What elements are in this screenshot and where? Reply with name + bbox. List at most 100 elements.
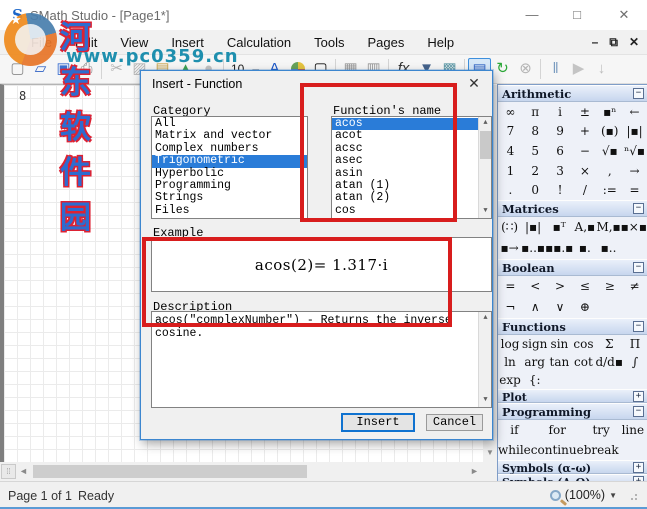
collapse-icon[interactable]: − <box>633 320 644 332</box>
category-trigonometric[interactable]: Trigonometric <box>152 154 307 168</box>
close-button[interactable]: ✕ <box>609 5 639 25</box>
palette-button-[interactable]: ▪→ <box>498 241 521 255</box>
mdi-close-button[interactable]: ✕ <box>629 35 639 50</box>
panel-header-programming[interactable]: Programming − <box>498 402 647 420</box>
splitter-handle[interactable]: ⁞⁞ <box>1 464 16 479</box>
palette-button-[interactable]: = <box>622 183 647 197</box>
collapse-icon[interactable]: − <box>633 202 644 214</box>
palette-button-sign[interactable]: sign <box>522 337 547 351</box>
palette-button-continue[interactable]: continue <box>531 443 584 457</box>
new-icon[interactable]: ▢ <box>6 58 29 80</box>
collapse-icon[interactable]: − <box>633 261 644 273</box>
palette-button-[interactable]: ± <box>573 105 598 119</box>
panel-header-boolean[interactable]: Boolean − <box>498 258 647 276</box>
palette-button-[interactable]: ¬ <box>498 300 523 314</box>
palette-button-[interactable]: (▪) <box>597 124 622 138</box>
maximize-button[interactable]: □ <box>562 5 592 25</box>
scroll-left-icon[interactable]: ◄ <box>17 464 30 479</box>
play-icon[interactable]: ▶ <box>567 58 590 80</box>
palette-button-[interactable]: ▪.. <box>596 241 620 255</box>
category-strings[interactable]: Strings <box>152 191 307 204</box>
category-files[interactable]: Files <box>152 204 307 217</box>
panel-header-matrices[interactable]: Matrices − <box>498 199 647 217</box>
palette-button-[interactable]: ▪. <box>573 241 596 255</box>
menu-calculation[interactable]: Calculation <box>222 33 296 52</box>
palette-button-0[interactable]: 0 <box>523 183 548 197</box>
scroll-up-icon[interactable]: ▲ <box>479 117 491 130</box>
expand-icon[interactable]: + <box>633 390 644 402</box>
palette-button-log[interactable]: log <box>498 337 522 351</box>
menu-tools[interactable]: Tools <box>309 33 349 52</box>
scroll-up-icon[interactable]: ▲ <box>479 312 492 325</box>
palette-button-[interactable]: ▪ⁿ <box>597 105 622 119</box>
palette-button-3[interactable]: 3 <box>548 164 573 178</box>
palette-button-break[interactable]: break <box>584 443 619 457</box>
palette-button-[interactable]: ! <box>548 183 573 197</box>
palette-button-a[interactable]: A,▪ <box>573 220 596 234</box>
palette-button-[interactable]: ⊕ <box>573 300 598 314</box>
palette-button-4[interactable]: 4 <box>498 144 523 158</box>
horizontal-scrollbar[interactable]: ⁞⁞ ◄ ► <box>0 462 497 481</box>
palette-button-π[interactable]: Π <box>623 337 647 351</box>
palette-button-[interactable]: ▪..▪ <box>521 241 545 255</box>
palette-button-[interactable]: ⁿ√▪ <box>622 144 647 158</box>
dialog-close-icon[interactable]: ✕ <box>465 75 483 92</box>
panel-header-arithmetic[interactable]: Arithmetic − <box>498 85 647 102</box>
zoom-dropdown-icon[interactable]: ▼ <box>609 491 617 500</box>
palette-button-[interactable]: / <box>573 183 598 197</box>
cut-icon[interactable]: ✂ <box>105 58 128 80</box>
palette-button-[interactable]: √▪ <box>597 144 622 158</box>
palette-button-[interactable]: |▪| <box>521 220 545 234</box>
palette-button-[interactable]: {: <box>522 373 547 387</box>
palette-button-[interactable]: ∧ <box>523 300 548 314</box>
palette-button-[interactable]: − <box>573 144 598 158</box>
palette-button-[interactable]: ∨ <box>548 300 573 314</box>
zoom-control[interactable]: (100%) ▼ <box>549 488 637 502</box>
palette-button-[interactable]: = <box>498 279 523 293</box>
palette-button-7[interactable]: 7 <box>498 124 523 138</box>
scroll-down-icon[interactable]: ▼ <box>483 446 497 460</box>
palette-button-8[interactable]: 8 <box>523 124 548 138</box>
palette-button-[interactable]: ≥ <box>597 279 622 293</box>
mdi-minimize-button[interactable]: – <box>592 35 599 50</box>
palette-button-exp[interactable]: exp <box>498 373 522 387</box>
resize-grip[interactable] <box>627 490 637 500</box>
palette-button-1[interactable]: 1 <box>498 164 523 178</box>
open-icon[interactable]: ▱ <box>29 58 52 80</box>
palette-button-[interactable]: → <box>622 164 647 178</box>
palette-button-[interactable]: > <box>548 279 573 293</box>
palette-button-[interactable]: ← <box>622 105 647 119</box>
scroll-right-icon[interactable]: ► <box>468 464 481 479</box>
palette-button-[interactable]: := <box>597 183 622 197</box>
scroll-down-icon[interactable]: ▼ <box>479 205 491 218</box>
menu-edit[interactable]: Edit <box>70 33 102 52</box>
list-scrollbar[interactable]: ▲ ▼ <box>478 117 491 218</box>
palette-button-[interactable]: ≠ <box>622 279 647 293</box>
panel-header-functions[interactable]: Functions − <box>498 317 647 335</box>
palette-button-cos[interactable]: cos <box>571 337 595 351</box>
palette-button-[interactable]: ▪ᵀ <box>545 220 573 234</box>
palette-button-6[interactable]: 6 <box>548 144 573 158</box>
panel-header-plot[interactable]: Plot + <box>498 388 647 404</box>
scroll-down-icon[interactable]: ▼ <box>479 394 492 407</box>
palette-button-tan[interactable]: tan <box>547 355 571 369</box>
palette-button-σ[interactable]: Σ <box>595 337 623 351</box>
palette-button-[interactable]: ∫ <box>623 355 647 369</box>
palette-button-2[interactable]: 2 <box>523 164 548 178</box>
palette-button-[interactable]: × <box>573 164 598 178</box>
print-icon[interactable]: ⎙ <box>75 58 98 80</box>
pause-icon[interactable]: ‖ <box>544 58 567 80</box>
collapse-icon[interactable]: − <box>633 88 644 99</box>
palette-button-for[interactable]: for <box>531 423 584 437</box>
palette-button-i[interactable]: i <box>548 105 573 119</box>
category-list[interactable]: All Matrix and vector Complex numbers Trigo… <box>151 116 308 219</box>
menu-insert[interactable]: Insert <box>166 33 209 52</box>
insert-button[interactable]: Insert <box>341 413 415 432</box>
palette-button-line[interactable]: line <box>619 423 647 437</box>
menu-view[interactable]: View <box>115 33 153 52</box>
palette-button-d-d[interactable]: d/d▪ <box>595 355 623 369</box>
palette-button-m[interactable]: M,▪ <box>596 220 620 234</box>
palette-button-[interactable]: ∞ <box>498 105 523 119</box>
palette-button-[interactable]: + <box>573 124 598 138</box>
mdi-restore-button[interactable]: ⧉ <box>609 35 618 50</box>
